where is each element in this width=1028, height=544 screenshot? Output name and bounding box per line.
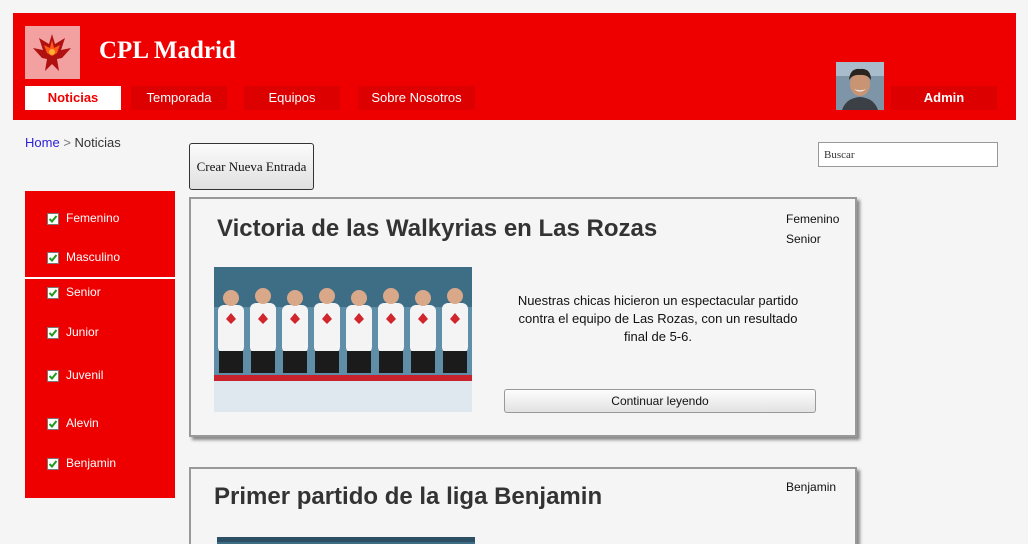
post-title[interactable]: Primer partido de la liga Benjamin: [214, 483, 602, 511]
post-title[interactable]: Victoria de las Walkyrias en Las Rozas: [217, 215, 657, 243]
filter-label: Masculino: [66, 250, 121, 264]
breadcrumb-current: Noticias: [74, 135, 121, 150]
phoenix-logo-icon[interactable]: [25, 26, 80, 79]
post-tags: Benjamin: [786, 477, 836, 497]
filter-femenino[interactable]: Femenino: [25, 208, 175, 230]
filter-label: Senior: [66, 285, 101, 299]
post-tag[interactable]: Benjamin: [786, 477, 836, 497]
breadcrumb-separator: >: [63, 135, 71, 150]
checkbox-checked-icon[interactable]: [47, 458, 59, 470]
filter-masculino[interactable]: Masculino: [25, 247, 175, 269]
breadcrumb-home-link[interactable]: Home: [25, 135, 60, 150]
filter-senior[interactable]: Senior: [25, 282, 175, 304]
post-image[interactable]: [217, 537, 475, 544]
post-tag[interactable]: Senior: [786, 229, 839, 249]
news-post-card: Victoria de las Walkyrias en Las Rozas F…: [189, 197, 857, 437]
filter-label: Junior: [66, 325, 99, 339]
checkbox-checked-icon[interactable]: [47, 252, 59, 264]
nav-sobre-nosotros[interactable]: Sobre Nosotros: [358, 86, 475, 110]
filter-label: Juvenil: [66, 368, 104, 382]
checkbox-checked-icon[interactable]: [47, 327, 59, 339]
post-excerpt: Nuestras chicas hicieron un espectacular…: [517, 293, 799, 344]
nav-temporada[interactable]: Temporada: [131, 86, 227, 110]
post-image[interactable]: [214, 267, 472, 412]
filter-divider: [25, 277, 175, 279]
continue-reading-button[interactable]: Continuar leyendo: [504, 389, 816, 413]
filter-alevin[interactable]: Alevin: [25, 413, 175, 435]
checkbox-checked-icon[interactable]: [47, 370, 59, 382]
nav-noticias[interactable]: Noticias: [25, 86, 121, 110]
post-tag[interactable]: Femenino: [786, 209, 839, 229]
filter-benjamin[interactable]: Benjamin: [25, 453, 175, 475]
checkbox-checked-icon[interactable]: [47, 287, 59, 299]
breadcrumb: Home > Noticias: [25, 135, 121, 150]
site-header: CPL Madrid Noticias Temporada Equipos So…: [13, 13, 1016, 120]
search-input[interactable]: [818, 142, 998, 167]
admin-user-button[interactable]: Admin: [891, 86, 997, 110]
filter-junior[interactable]: Junior: [25, 322, 175, 344]
news-post-card: Primer partido de la liga Benjamin Benja…: [189, 467, 857, 544]
filter-label: Benjamin: [66, 456, 117, 470]
category-filter-panel: Femenino Masculino Senior Junior Juvenil…: [25, 191, 175, 498]
checkbox-checked-icon[interactable]: [47, 213, 59, 225]
filter-label: Femenino: [66, 211, 120, 225]
post-tags: Femenino Senior: [786, 209, 839, 249]
nav-equipos[interactable]: Equipos: [244, 86, 340, 110]
user-avatar[interactable]: [836, 62, 884, 110]
filter-juvenil[interactable]: Juvenil: [25, 365, 175, 387]
filter-label: Alevin: [66, 416, 99, 430]
create-entry-button[interactable]: Crear Nueva Entrada: [189, 143, 314, 190]
site-title: CPL Madrid: [99, 37, 236, 64]
checkbox-checked-icon[interactable]: [47, 418, 59, 430]
